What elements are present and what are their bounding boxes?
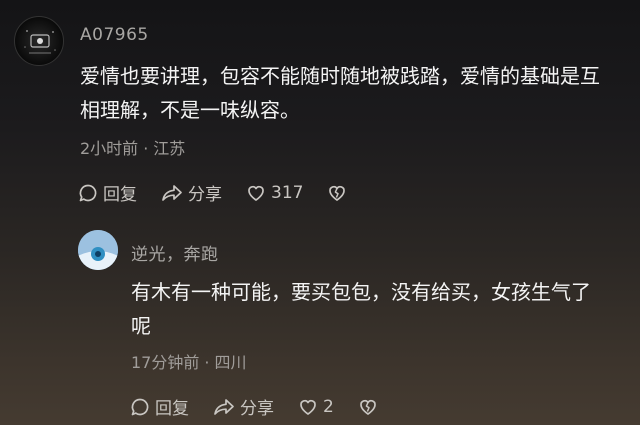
- like-count: 2: [323, 396, 334, 417]
- share-button[interactable]: 分享: [213, 394, 274, 419]
- share-arrow-icon: [213, 397, 235, 417]
- comment-time: 2小时前: [80, 139, 139, 158]
- meta-separator: ·: [143, 139, 149, 158]
- comment-text: 爱情也要讲理，包容不能随时随地被践踏，爱情的基础是互 相理解，不是一味纵容。: [80, 59, 600, 127]
- comment-text-line: 有木有一种可能，要买包包，没有给买，女孩生气了: [131, 280, 591, 304]
- broken-heart-icon: [327, 183, 347, 203]
- reply-button[interactable]: 回复: [78, 180, 137, 205]
- comment-location: 江苏: [153, 139, 186, 158]
- share-label: 分享: [240, 399, 274, 419]
- dislike-button[interactable]: [358, 397, 378, 417]
- comment-meta: 17分钟前 · 四川: [131, 349, 246, 373]
- like-count: 317: [271, 182, 304, 203]
- comment-text-line: 相理解，不是一味纵容。: [80, 98, 300, 122]
- like-button[interactable]: 317: [246, 183, 303, 203]
- share-arrow-icon: [161, 183, 183, 203]
- comment-username[interactable]: A07965: [80, 25, 149, 45]
- comment-actions: 回复 分享 2: [130, 394, 378, 419]
- heart-icon: [298, 397, 318, 417]
- comment-location: 四川: [214, 353, 247, 372]
- reply-label: 回复: [103, 185, 137, 205]
- share-button[interactable]: 分享: [161, 180, 222, 205]
- heart-icon: [246, 183, 266, 203]
- meta-separator: ·: [204, 353, 210, 372]
- comment-meta: 2小时前 · 江苏: [80, 135, 185, 159]
- reply-button[interactable]: 回复: [130, 394, 189, 419]
- like-button[interactable]: 2: [298, 397, 334, 417]
- avatar[interactable]: [14, 16, 64, 66]
- avatar[interactable]: [78, 230, 118, 270]
- comment-thread: { "comments": [ { "username": "A07965", …: [0, 0, 640, 425]
- comment-text-line: 爱情也要讲理，包容不能随时随地被践踏，爱情的基础是互: [80, 64, 600, 88]
- comment-bubble-icon: [78, 183, 98, 203]
- share-label: 分享: [188, 185, 222, 205]
- dislike-button[interactable]: [327, 183, 347, 203]
- comment-bubble-icon: [130, 397, 150, 417]
- comment-time: 17分钟前: [131, 353, 200, 372]
- comment-actions: 回复 分享 317: [78, 180, 347, 205]
- comment-text: 有木有一种可能，要买包包，没有给买，女孩生气了 呢: [131, 275, 591, 343]
- comment-text-line: 呢: [131, 314, 151, 338]
- broken-heart-icon: [358, 397, 378, 417]
- reply-label: 回复: [155, 399, 189, 419]
- comment-username[interactable]: 逆光，奔跑: [131, 240, 219, 265]
